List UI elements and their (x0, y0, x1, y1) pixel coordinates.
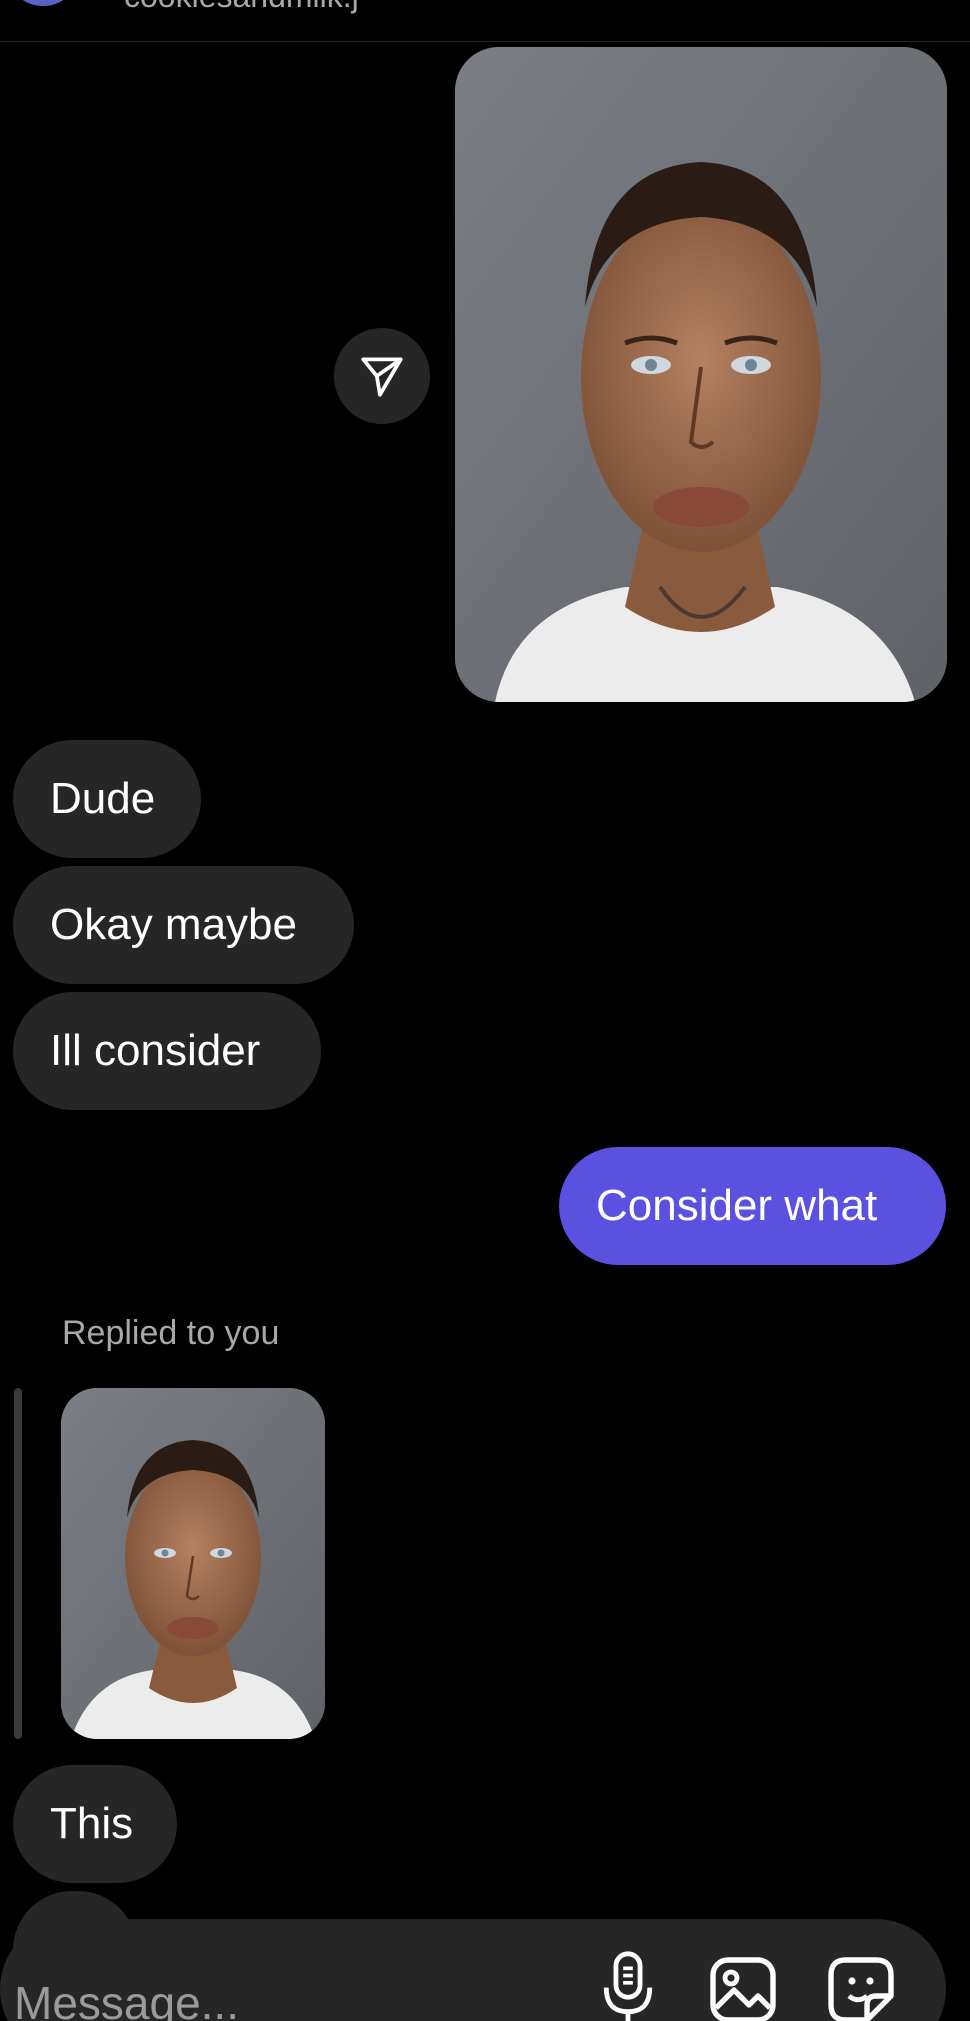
send-icon (361, 357, 403, 397)
message-bubble-incoming[interactable]: This (13, 1765, 177, 1883)
message-bubble-incoming[interactable]: Ill consider (13, 992, 321, 1110)
gallery-button[interactable] (702, 1949, 784, 2021)
mugshot-photo (61, 1388, 325, 1739)
message-bubble-outgoing[interactable]: Consider what (559, 1147, 946, 1265)
voice-message-button[interactable] (587, 1949, 669, 2021)
message-input[interactable] (14, 1973, 534, 2021)
reply-indicator-bar (14, 1388, 22, 1739)
sticker-icon (828, 1957, 894, 2021)
share-button[interactable] (334, 328, 430, 424)
header-username[interactable]: cookiesandmilk.j (124, 0, 359, 15)
message-bubble-incoming[interactable]: Dude (13, 740, 201, 858)
replied-photo[interactable] (61, 1388, 325, 1739)
avatar[interactable] (10, 0, 76, 6)
gallery-icon (710, 1957, 776, 2021)
microphone-icon (603, 1951, 653, 2021)
message-composer (0, 1919, 946, 2021)
chat-header: cookiesandmilk.j (0, 0, 970, 42)
message-bubble-incoming[interactable]: Okay maybe (13, 866, 354, 984)
sent-photo[interactable] (455, 47, 947, 702)
mugshot-photo (455, 47, 947, 702)
sticker-button[interactable] (820, 1949, 902, 2021)
reply-label: Replied to you (62, 1314, 280, 1352)
